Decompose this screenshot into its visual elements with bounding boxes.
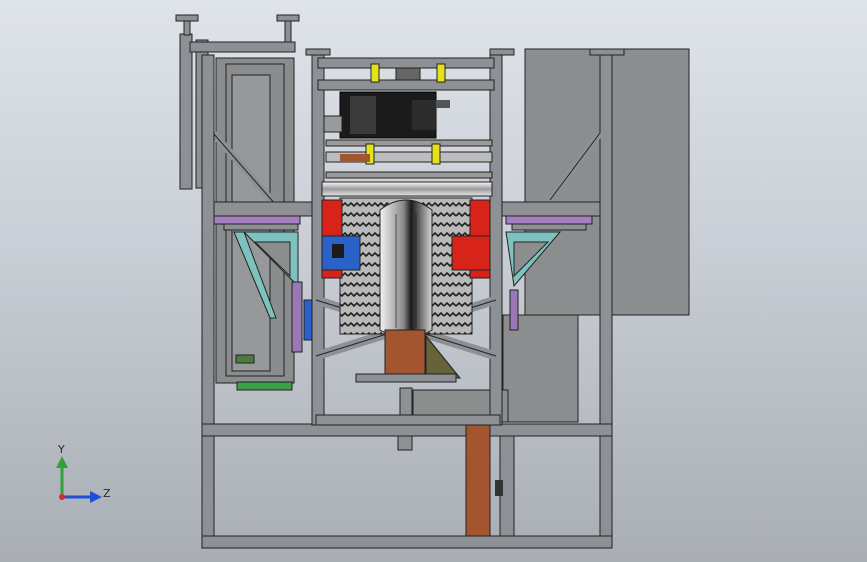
triad-z-arrowhead <box>90 491 102 503</box>
cad-model-view[interactable]: Y Z <box>0 0 867 562</box>
graphics-viewport[interactable]: Y Z <box>0 0 867 562</box>
triad-y-arrowhead <box>56 456 68 468</box>
triad-origin <box>59 494 65 500</box>
coordinate-triad-icon: Y Z <box>56 443 111 503</box>
triad-z-label: Z <box>103 487 111 500</box>
triad-y-label: Y <box>57 443 65 456</box>
rotary-mesh-drum <box>339 197 473 383</box>
